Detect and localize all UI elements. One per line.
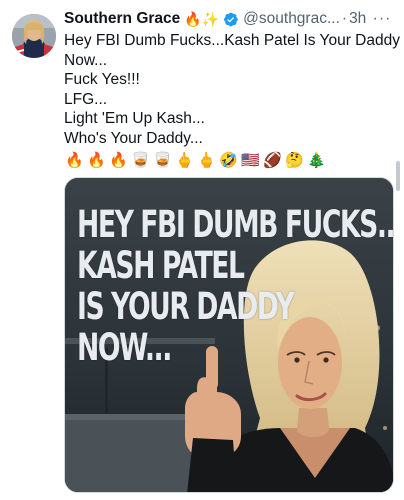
tweet-text-line: Fuck Yes!!! xyxy=(64,71,140,89)
verified-badge-icon xyxy=(222,11,239,28)
tree-emoji: 🎄 xyxy=(307,151,326,169)
tweet-text-line: Who's Your Daddy... xyxy=(64,129,203,147)
laughing-emoji: 🤣 xyxy=(219,151,238,169)
image-overlay-text: HEY FBI DUMB FUCKS... KASH PATEL IS YOUR… xyxy=(77,203,394,369)
football-emoji: 🏈 xyxy=(263,151,282,169)
tweet[interactable]: Southern Grace 🔥✨ @southgrac... · 3h ···… xyxy=(0,0,404,500)
tweet-header: Southern Grace 🔥✨ @southgrac... · 3h xyxy=(64,8,394,30)
overlay-line: HEY FBI DUMB FUCKS... xyxy=(77,203,394,246)
us-flag-emoji: 🇺🇸 xyxy=(241,151,260,169)
middle-finger-emoji: 🖕 xyxy=(175,151,194,169)
whiskey-emoji: 🥃 xyxy=(131,151,150,169)
middle-finger-emoji: 🖕 xyxy=(197,151,216,169)
fire-emoji: 🔥 xyxy=(109,151,128,169)
author-handle[interactable]: @southgrac... xyxy=(243,8,340,30)
overlay-line: KASH PATEL xyxy=(77,244,245,287)
tweet-image[interactable]: HEY FBI DUMB FUCKS... KASH PATEL IS YOUR… xyxy=(64,177,394,493)
more-options-icon[interactable]: ··· xyxy=(370,10,394,28)
tweet-text: Hey FBI Dumb Fucks...Kash Patel Is Your … xyxy=(64,31,400,149)
emoji-row: 🔥 🔥 🔥 🥃 🥃 🖕 🖕 🤣 🇺🇸 🏈 🤔 🎄 xyxy=(64,151,394,171)
thinking-emoji: 🤔 xyxy=(285,151,304,169)
tweet-text-line: Now... xyxy=(64,51,108,69)
tweet-text-line: Hey FBI Dumb Fucks...Kash Patel Is Your … xyxy=(64,32,400,49)
tweet-content: Southern Grace 🔥✨ @southgrac... · 3h ···… xyxy=(64,8,400,171)
tweet-text-line: Light 'Em Up Kash... xyxy=(64,110,205,128)
avatar[interactable] xyxy=(12,14,56,58)
whiskey-emoji: 🥃 xyxy=(153,151,172,169)
fire-emoji: 🔥 xyxy=(65,151,84,169)
separator-dot: · xyxy=(341,10,348,27)
avatar-image xyxy=(12,14,56,58)
overlay-line: NOW... xyxy=(77,326,172,369)
scrollbar-thumb[interactable] xyxy=(396,161,400,191)
author-name[interactable]: Southern Grace xyxy=(64,8,180,30)
tweet-timestamp[interactable]: 3h xyxy=(349,8,366,30)
overlay-line: IS YOUR DADDY xyxy=(77,285,295,328)
name-emoji: 🔥✨ xyxy=(184,11,220,27)
tweet-text-line: LFG... xyxy=(64,90,108,108)
fire-emoji: 🔥 xyxy=(87,151,106,169)
